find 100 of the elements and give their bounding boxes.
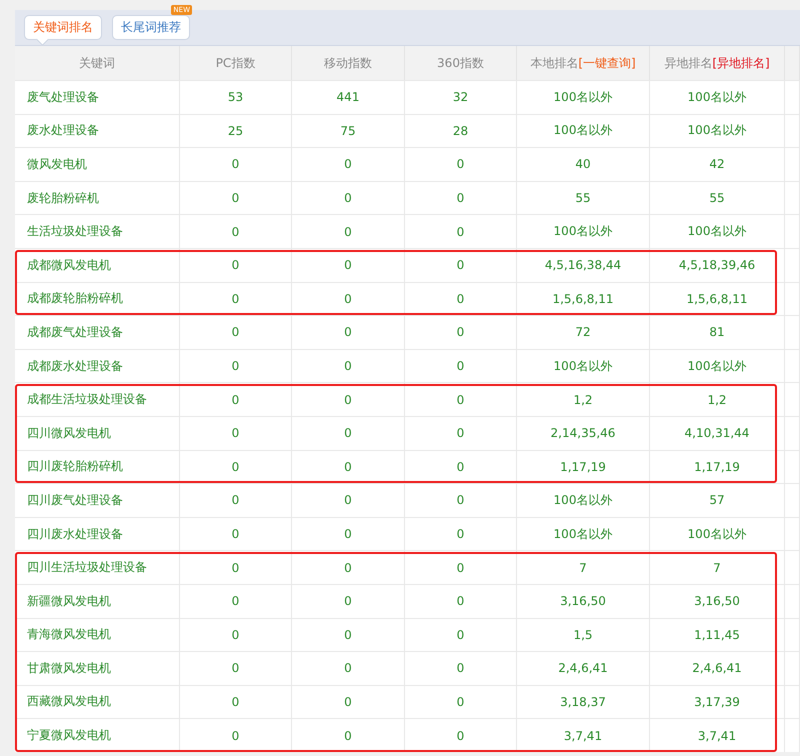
table-cell: 废气处理设备	[15, 81, 180, 114]
table-cell: 0	[405, 518, 517, 550]
table-cell: 3,7,41	[650, 719, 785, 752]
table-cell: 0	[292, 148, 405, 181]
table-cell: 0	[180, 282, 292, 316]
table-cell: 25	[180, 114, 292, 148]
table-cell: 0	[292, 618, 405, 652]
table-cell: 100名以外	[517, 518, 650, 550]
table-cell: 0	[292, 350, 405, 382]
table-cell: 成都废气处理设备	[15, 316, 180, 349]
table-cell: 441	[292, 81, 405, 114]
table-cell: 甘肃微风发电机	[15, 652, 180, 685]
table-cell: 100名以外	[650, 81, 785, 114]
table-cell: 0	[292, 316, 405, 349]
table-cell: 1,17,19	[650, 450, 785, 484]
table-cell: 新疆微风发电机	[15, 584, 180, 618]
table-cell: 3,16,50	[650, 584, 785, 618]
table-cell: 0	[180, 416, 292, 450]
table-cell: 100名以外	[517, 215, 650, 248]
table-cell: 0	[180, 215, 292, 248]
table-cell: 0	[180, 618, 292, 652]
table-cell: 1,5,6,8,11	[517, 282, 650, 316]
table-cell: 生活垃圾处理设备	[15, 215, 180, 248]
header-link[interactable]: [一键查询]	[578, 54, 636, 72]
table-cell: 0	[180, 484, 292, 517]
table-cell: 75	[292, 114, 405, 148]
table-cell: 0	[405, 182, 517, 214]
table-cell: 成都废水处理设备	[15, 350, 180, 382]
table-cell: 0	[292, 215, 405, 248]
table-cell: 0	[405, 686, 517, 718]
table-cell: 1,11,45	[650, 618, 785, 652]
table-cell: 西藏微风发电机	[15, 686, 180, 718]
tab[interactable]: 关键词排名	[24, 15, 102, 40]
table-cell: 57	[650, 484, 785, 517]
table-cell: 100名以外	[517, 81, 650, 114]
table-cell: 0	[180, 148, 292, 181]
table-cell: 0	[405, 484, 517, 517]
table-cell: 32	[405, 81, 517, 114]
column-header: PC指数	[216, 54, 256, 72]
table-cell: 青海微风发电机	[15, 618, 180, 652]
table-cell: 81	[650, 316, 785, 349]
table-cell: 0	[292, 182, 405, 214]
table-cell: 0	[180, 518, 292, 550]
table-cell: 0	[292, 484, 405, 517]
table-cell: 1,17,19	[517, 450, 650, 484]
table-cell: 100名以外	[650, 114, 785, 148]
table-cell: 100名以外	[517, 350, 650, 382]
column-header: 360指数	[437, 54, 484, 72]
header-link[interactable]: [异地排名]	[712, 54, 770, 72]
table-cell: 0	[180, 719, 292, 752]
table-cell: 0	[405, 584, 517, 618]
column-header: 本地排名	[530, 54, 578, 72]
table-cell: 1,5,6,8,11	[650, 282, 785, 316]
table-cell: 0	[292, 450, 405, 484]
table-cell: 1,2	[517, 383, 650, 416]
table-cell: 0	[405, 282, 517, 316]
table-cell: 0	[405, 316, 517, 349]
table-cell: 42	[650, 148, 785, 181]
table-cell: 4,5,18,39,46	[650, 248, 785, 282]
table-cell: 成都生活垃圾处理设备	[15, 383, 180, 416]
table-cell: 1,2	[650, 383, 785, 416]
table-cell: 2,14,35,46	[517, 416, 650, 450]
table-cell: 四川废轮胎粉碎机	[15, 450, 180, 484]
column-header: 关键词	[79, 54, 115, 72]
table-cell: 4,10,31,44	[650, 416, 785, 450]
table-cell: 55	[650, 182, 785, 214]
table-cell: 0	[405, 719, 517, 752]
table-cell: 1,5	[517, 618, 650, 652]
table-cell: 0	[405, 248, 517, 282]
table-cell: 0	[405, 652, 517, 685]
table-cell: 0	[405, 350, 517, 382]
table-cell: 55	[517, 182, 650, 214]
table-cell: 7	[650, 551, 785, 584]
table-cell: 四川微风发电机	[15, 416, 180, 450]
table-cell: 100名以外	[650, 215, 785, 248]
table-cell: 3,16,50	[517, 584, 650, 618]
table-cell: 100名以外	[517, 484, 650, 517]
table-cell: 四川废气处理设备	[15, 484, 180, 517]
table-cell: 0	[180, 383, 292, 416]
table-cell: 0	[405, 416, 517, 450]
table-cell: 0	[180, 584, 292, 618]
table-cell: 四川生活垃圾处理设备	[15, 551, 180, 584]
table-cell: 0	[405, 551, 517, 584]
table-cell: 53	[180, 81, 292, 114]
table-cell: 0	[292, 551, 405, 584]
table-cell: 0	[292, 248, 405, 282]
table-cell: 0	[180, 316, 292, 349]
table-cell: 4,5,16,38,44	[517, 248, 650, 282]
table-cell: 0	[292, 282, 405, 316]
table-cell: 宁夏微风发电机	[15, 719, 180, 752]
table-cell: 3,17,39	[650, 686, 785, 718]
table-cell: 2,4,6,41	[650, 652, 785, 685]
table-cell: 0	[292, 719, 405, 752]
table-cell: 0	[180, 350, 292, 382]
table-cell: 成都微风发电机	[15, 248, 180, 282]
table-cell: 0	[292, 383, 405, 416]
tab[interactable]: 长尾词推荐	[112, 15, 190, 40]
table-cell: 72	[517, 316, 650, 349]
table-cell: 0	[180, 551, 292, 584]
table-cell: 0	[292, 416, 405, 450]
